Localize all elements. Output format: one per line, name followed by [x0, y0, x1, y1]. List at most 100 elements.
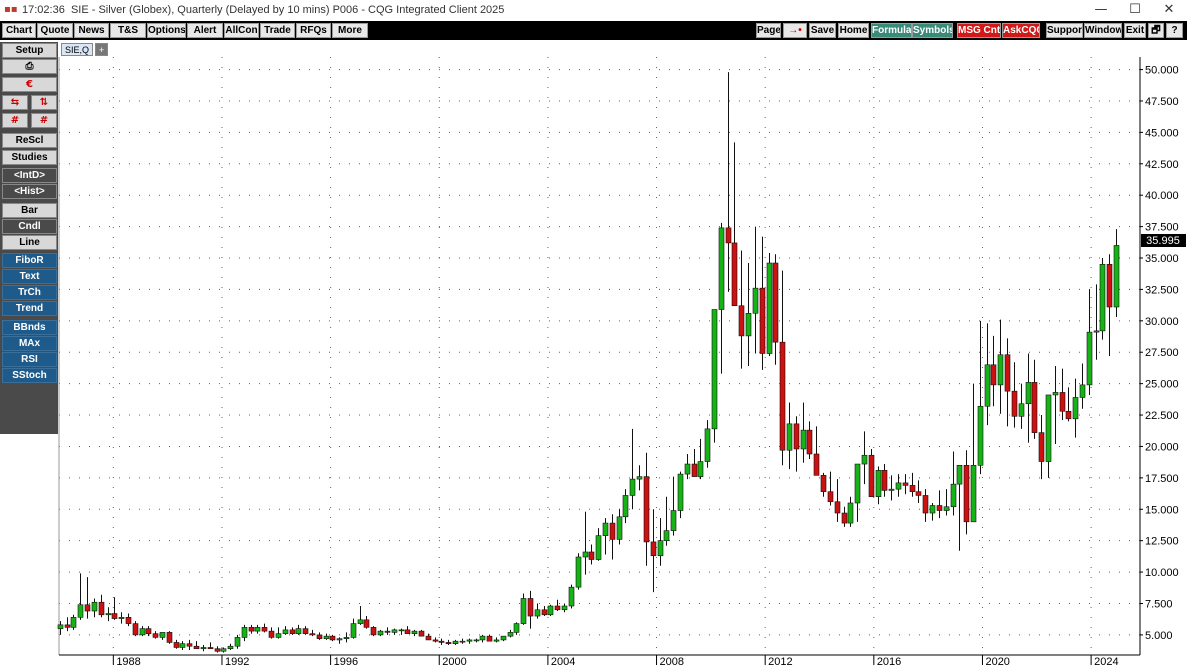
symbols-button[interactable]: Symbols — [912, 23, 953, 38]
menu-rfqs[interactable]: RFQs — [296, 23, 331, 38]
candle-body — [493, 639, 500, 642]
minimize-button[interactable]: — — [1084, 0, 1118, 20]
study-trend[interactable]: Trend — [2, 301, 57, 316]
last-price-tag — [1141, 234, 1186, 247]
home-button[interactable]: Home — [838, 23, 869, 38]
formula-button[interactable]: Formula — [871, 23, 912, 38]
exit-button[interactable]: Exit — [1124, 23, 1146, 38]
candle-body — [350, 623, 357, 638]
add-tab-button[interactable]: + — [95, 43, 109, 56]
study-text[interactable]: Text — [2, 269, 57, 284]
menu-ts[interactable]: T&S — [110, 23, 146, 38]
time-tick-label: 2008 — [660, 656, 684, 668]
candle-body — [684, 463, 691, 475]
candle-body — [766, 262, 773, 354]
candle-body — [173, 642, 180, 648]
grid-alt-icon[interactable]: # — [31, 113, 57, 128]
time-tick-label: 2016 — [877, 656, 901, 668]
candle-body — [139, 628, 146, 636]
candle-body — [854, 463, 861, 504]
menu-trade[interactable]: Trade — [260, 23, 295, 38]
askcqg-button[interactable]: AskCQG — [1002, 23, 1040, 38]
candle-body — [466, 639, 473, 642]
candle-body — [827, 491, 834, 503]
cqg-app-icon: ▪▪ — [4, 4, 18, 15]
grid-icon[interactable]: # — [2, 113, 28, 128]
line-chart-button[interactable]: Line — [2, 235, 57, 250]
candle-body — [145, 628, 152, 634]
menu-news[interactable]: News — [74, 23, 109, 38]
candle-body — [152, 633, 159, 638]
studies-button[interactable]: Studies — [2, 150, 57, 165]
candle-body — [670, 510, 677, 531]
candle-body — [282, 629, 289, 634]
candle-body — [1079, 384, 1086, 398]
candle-body — [997, 354, 1004, 386]
help-button[interactable]: ? — [1166, 23, 1183, 38]
price-tick-label: 20.000 — [1145, 441, 1179, 453]
candle-body — [1018, 403, 1025, 417]
time-axis-labels: 1988 1992 1996 2000 2004 2008 2012 2016 2020 2024 — [112, 655, 1119, 668]
page-button[interactable]: Page — [756, 23, 781, 38]
close-button[interactable]: ✕ — [1152, 0, 1186, 20]
candle-body — [643, 476, 650, 543]
candle-body — [800, 429, 807, 450]
swap-horizontal-icon[interactable]: ⇆ — [2, 95, 28, 110]
candle-body — [398, 629, 405, 632]
save-button[interactable]: Save — [809, 23, 836, 38]
candle-body — [391, 629, 398, 633]
link-button[interactable]: →• — [783, 23, 807, 38]
rescale-button[interactable]: ReScl — [2, 133, 57, 148]
setup-button[interactable]: Setup — [2, 43, 57, 58]
candle-body — [507, 632, 514, 637]
candle-body — [227, 645, 234, 650]
study-sstoch[interactable]: SStoch — [2, 368, 57, 383]
menu-chart[interactable]: Chart — [2, 23, 36, 38]
support-button[interactable]: Support — [1046, 23, 1083, 38]
candle-chart-button[interactable]: Cndl — [2, 219, 57, 234]
candle-body — [1038, 432, 1045, 462]
menu-more[interactable]: More — [332, 23, 368, 38]
candle-body — [759, 287, 766, 354]
msg-cntr-button[interactable]: MSG Cntr — [957, 23, 1001, 38]
candle-body — [105, 613, 112, 616]
time-tick-label: 2012 — [768, 656, 792, 668]
candle-body — [91, 601, 98, 612]
candle-body — [970, 464, 977, 523]
price-tick-label: 32.500 — [1145, 284, 1179, 296]
tab-sie-q[interactable]: SIE,Q — [61, 43, 94, 56]
candle-body — [200, 647, 207, 650]
menu-options[interactable]: Options — [147, 23, 186, 38]
study-fibor[interactable]: FiboR — [2, 253, 57, 268]
candle-body — [357, 619, 364, 624]
maximize-button[interactable]: ☐ — [1118, 0, 1152, 20]
cqg-icon[interactable]: € — [2, 77, 57, 92]
main-toolbar: Chart Quote News T&S Options Alert AllCo… — [0, 21, 1187, 40]
window-button[interactable]: Window — [1084, 23, 1122, 38]
historical-button[interactable]: <Hist> — [2, 184, 57, 199]
candle-body — [616, 516, 623, 540]
menu-allcon[interactable]: AllCon — [224, 23, 259, 38]
candle-body — [261, 627, 268, 632]
menu-alert[interactable]: Alert — [187, 23, 223, 38]
print-icon[interactable]: ⎙ — [2, 59, 57, 74]
window-title: SIE - Silver (Globex), Quarterly (Delaye… — [70, 4, 505, 16]
swap-vertical-icon[interactable]: ⇅ — [31, 95, 57, 110]
study-max[interactable]: MAx — [2, 336, 57, 351]
study-rsi[interactable]: RSI — [2, 352, 57, 367]
price-tick-label: 37.500 — [1145, 222, 1179, 234]
candle-body — [704, 428, 711, 462]
restore-icon[interactable]: 🗗 — [1148, 23, 1164, 38]
study-trch[interactable]: TrCh — [2, 285, 57, 300]
menu-quote[interactable]: Quote — [37, 23, 73, 38]
candle-body — [595, 535, 602, 560]
candle-body — [881, 470, 888, 491]
price-chart[interactable]: 5.000 7.500 10.000 12.500 15.000 17.500 20.000… — [0, 0, 1187, 668]
candle-body — [513, 623, 520, 633]
candle-body — [1059, 392, 1066, 412]
study-bbnds[interactable]: BBnds — [2, 320, 57, 335]
candle-body — [268, 630, 275, 638]
bar-chart-button[interactable]: Bar — [2, 203, 57, 218]
price-tick-label: 45.000 — [1145, 127, 1179, 139]
intraday-button[interactable]: <IntD> — [2, 168, 57, 183]
